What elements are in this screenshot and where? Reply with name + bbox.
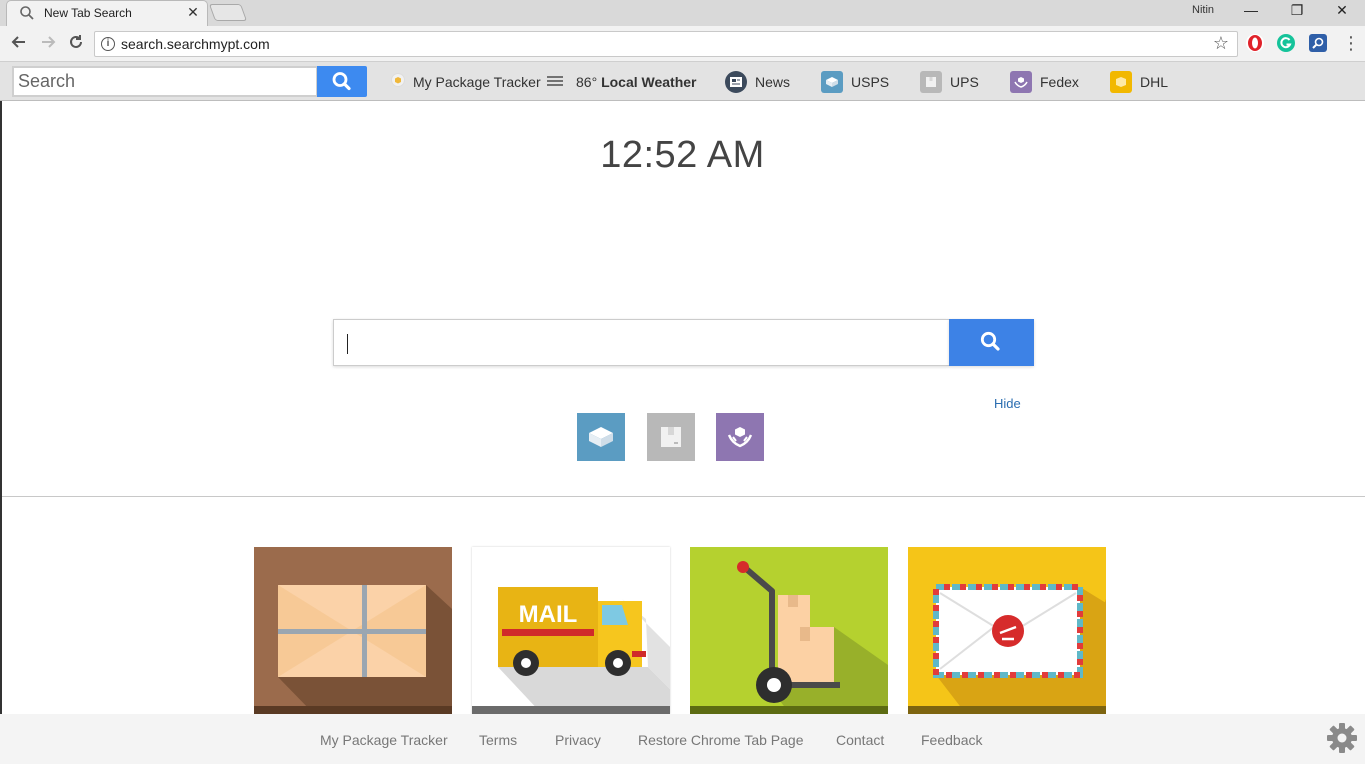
toolbar-search-input[interactable] — [12, 66, 318, 97]
news-icon — [725, 70, 747, 93]
link-usps[interactable]: USPS — [821, 62, 889, 101]
reload-button[interactable] — [65, 33, 87, 55]
fog-icon — [546, 74, 564, 90]
tile-hand-truck[interactable] — [690, 547, 888, 714]
box-icon — [661, 427, 681, 447]
back-button[interactable] — [8, 33, 30, 55]
box-icon — [589, 427, 613, 447]
link-my-package-tracker[interactable]: My Package Tracker — [391, 62, 541, 101]
profile-name[interactable]: Nitin — [1192, 4, 1214, 16]
dhl-label: DHL — [1140, 73, 1169, 90]
mail-label: MAIL — [519, 601, 578, 628]
weather-label: Local Weather — [601, 73, 697, 90]
title-bar: New Tab Search ✕ Nitin — ❐ ✕ — [0, 0, 1365, 26]
fedex-label: Fedex — [1040, 73, 1079, 90]
quick-link-ups[interactable] — [647, 413, 695, 461]
search-icon — [20, 6, 34, 20]
fedex-hands-icon — [1010, 70, 1032, 93]
main-search-input[interactable] — [334, 320, 949, 365]
tab-close-icon[interactable]: ✕ — [185, 4, 201, 21]
tile-mail-truck[interactable]: MAIL — [472, 547, 670, 714]
hands-box-icon — [727, 427, 753, 448]
usps-label: USPS — [851, 73, 890, 90]
footer-link-terms[interactable]: Terms — [479, 732, 517, 748]
forward-arrow-icon — [42, 36, 56, 48]
package-tracker-icon — [391, 73, 405, 90]
link-dhl[interactable]: DHL — [1110, 62, 1168, 101]
ups-box-icon — [920, 70, 942, 93]
hide-link[interactable]: Hide — [994, 396, 1021, 411]
weather-text: 86° Local Weather — [576, 74, 697, 90]
package-illustration — [254, 585, 452, 714]
browser-menu-icon[interactable]: ⋮ — [1342, 32, 1360, 56]
mail-truck-illustration: MAIL — [472, 587, 670, 714]
grammarly-extension-icon[interactable] — [1277, 34, 1295, 52]
restore-button[interactable]: ❐ — [1274, 0, 1320, 22]
extension-bar: My Package Tracker 86° Local Weather New… — [0, 62, 1365, 101]
forward-button[interactable] — [37, 33, 59, 55]
link-news[interactable]: News — [725, 62, 790, 101]
url-text[interactable]: search.searchmypt.com — [121, 36, 270, 52]
footer-link-privacy[interactable]: Privacy — [555, 732, 601, 748]
envelope-illustration — [908, 584, 1106, 714]
reload-icon — [70, 35, 82, 48]
hand-truck-illustration — [690, 561, 888, 714]
ups-label: UPS — [950, 73, 979, 90]
main-search-button[interactable] — [949, 319, 1034, 366]
address-bar[interactable]: i search.searchmypt.com ☆ — [94, 31, 1238, 57]
toolbar-search-button[interactable] — [317, 66, 367, 97]
dhl-box-icon — [1110, 70, 1132, 93]
link-ups[interactable]: UPS — [920, 62, 979, 101]
news-label: News — [755, 73, 791, 90]
minimize-button[interactable]: — — [1228, 0, 1274, 22]
main-search-box[interactable] — [333, 319, 949, 366]
search-icon — [332, 72, 351, 91]
usps-box-icon — [821, 70, 843, 93]
info-icon[interactable]: i — [101, 37, 115, 51]
opera-extension-icon[interactable] — [1246, 34, 1264, 52]
footer-link-restore-chrome[interactable]: Restore Chrome Tab Page — [638, 732, 804, 748]
quick-link-usps[interactable] — [577, 413, 625, 461]
tile-package[interactable] — [254, 547, 452, 714]
clock: 12:52 AM — [600, 134, 765, 176]
tile-envelope[interactable] — [908, 547, 1106, 714]
text-caret — [347, 334, 348, 354]
section-divider — [2, 496, 1365, 497]
new-tab-button[interactable] — [208, 4, 248, 21]
close-window-button[interactable]: ✕ — [1319, 0, 1365, 22]
link-local-weather[interactable]: 86° Local Weather — [546, 62, 697, 101]
footer-link-contact[interactable]: Contact — [836, 732, 884, 748]
package-tracker-label: My Package Tracker — [413, 73, 541, 90]
back-arrow-icon — [11, 36, 25, 48]
link-fedex[interactable]: Fedex — [1010, 62, 1079, 101]
tab-title: New Tab Search — [44, 6, 132, 20]
search-icon — [980, 331, 1000, 351]
bookmark-star-icon[interactable]: ☆ — [1213, 33, 1229, 54]
footer-link-package-tracker[interactable]: My Package Tracker — [320, 732, 448, 748]
footer-link-feedback[interactable]: Feedback — [921, 732, 982, 748]
settings-gear-icon[interactable] — [1326, 722, 1358, 754]
searchmypt-extension-icon[interactable] — [1309, 34, 1327, 52]
footer: My Package Tracker Terms Privacy Restore… — [0, 714, 1365, 764]
browser-toolbar: i search.searchmypt.com ☆ ⋮ — [0, 26, 1365, 62]
browser-tab[interactable]: New Tab Search ✕ — [6, 0, 208, 26]
quick-link-fedex[interactable] — [716, 413, 764, 461]
temperature: 86° — [576, 73, 598, 90]
